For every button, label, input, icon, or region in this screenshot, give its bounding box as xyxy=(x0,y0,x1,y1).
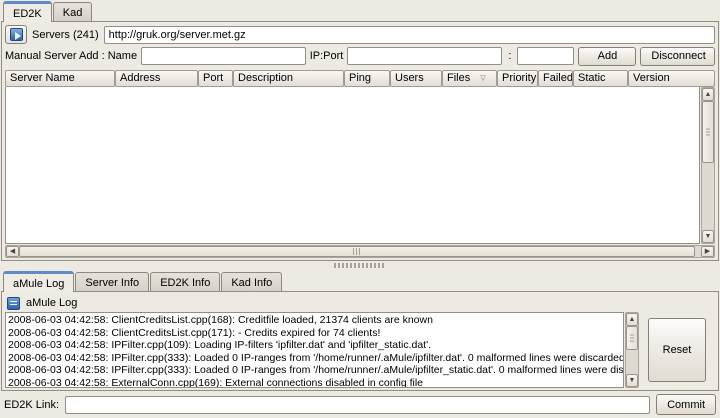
manual-add-label: Manual Server Add : Name xyxy=(5,50,137,62)
reset-log-button[interactable]: Reset xyxy=(648,318,706,382)
log-line: 2008-06-03 04:42:58: IPFilter.cpp(333): … xyxy=(8,364,621,377)
manual-server-add-row: Manual Server Add : Name IP:Port : Add D… xyxy=(5,46,715,67)
scroll-left-button[interactable]: ◀ xyxy=(6,246,19,257)
server-table-body-wrap: ▲ ▼ xyxy=(5,87,715,245)
column-header-description[interactable]: Description xyxy=(233,70,344,87)
server-list-url-input[interactable] xyxy=(104,26,715,44)
commit-button[interactable]: Commit xyxy=(656,394,716,415)
arrow-up-icon: ▲ xyxy=(705,91,712,98)
server-table-header: Server Name Address Port Description Pin… xyxy=(5,70,715,87)
column-header-version[interactable]: Version xyxy=(628,70,715,87)
column-header-port[interactable]: Port xyxy=(198,70,233,87)
scrollbar-track[interactable] xyxy=(702,163,714,231)
info-tab-bar: aMule Log Server Info ED2K Info Kad Info xyxy=(0,270,720,291)
tab-amule-log[interactable]: aMule Log xyxy=(3,271,74,292)
tab-kad[interactable]: Kad xyxy=(53,2,93,21)
vertical-scrollbar-thumb[interactable] xyxy=(702,101,714,163)
server-ip-input[interactable] xyxy=(347,47,502,65)
log-output[interactable]: 2008-06-03 04:42:58: ClientCreditsList.c… xyxy=(5,312,624,388)
ed2k-link-input[interactable] xyxy=(65,396,650,414)
server-list-vertical-scrollbar[interactable]: ▲ ▼ xyxy=(701,87,715,245)
server-list-row: Servers (241) xyxy=(5,24,715,46)
server-port-input[interactable] xyxy=(517,47,574,65)
servers-panel: Servers (241) Manual Server Add : Name I… xyxy=(1,21,719,262)
column-header-ping[interactable]: Ping xyxy=(344,70,390,87)
column-header-priority[interactable]: Priority xyxy=(497,70,538,87)
column-header-address[interactable]: Address xyxy=(115,70,198,87)
update-server-list-button[interactable] xyxy=(5,25,27,44)
tab-kad-label: Kad xyxy=(63,7,83,19)
connect-arrow-icon xyxy=(10,28,23,41)
log-scroll-down-button[interactable]: ▼ xyxy=(626,374,638,387)
log-panel: aMule Log 2008-06-03 04:42:58: ClientCre… xyxy=(1,291,719,391)
column-header-users[interactable]: Users xyxy=(390,70,442,87)
scroll-right-button[interactable]: ▶ xyxy=(701,246,714,257)
log-line: 2008-06-03 04:42:58: ClientCreditsList.c… xyxy=(8,327,621,340)
tab-server-info[interactable]: Server Info xyxy=(75,272,149,291)
log-line: 2008-06-03 04:42:58: ClientCreditsList.c… xyxy=(8,314,621,327)
arrow-down-icon: ▼ xyxy=(705,233,712,240)
column-header-failed[interactable]: Failed xyxy=(538,70,573,87)
arrow-up-icon: ▲ xyxy=(629,316,636,323)
log-title-row: aMule Log xyxy=(5,294,715,312)
scroll-down-button[interactable]: ▼ xyxy=(702,230,714,243)
log-scrollbar-track[interactable] xyxy=(626,350,638,374)
tab-ed2k[interactable]: ED2K xyxy=(3,1,52,22)
splitter-grip-icon xyxy=(334,263,386,268)
main-tab-bar: ED2K Kad xyxy=(0,0,720,21)
disconnect-button[interactable]: Disconnect xyxy=(640,47,715,66)
server-list-horizontal-scrollbar[interactable]: ◀ ▶ xyxy=(5,245,715,258)
thumb-grip xyxy=(353,248,362,255)
server-name-input[interactable] xyxy=(141,47,306,65)
log-icon xyxy=(7,297,20,310)
ip-port-label: IP:Port xyxy=(310,50,344,62)
scroll-up-button[interactable]: ▲ xyxy=(702,88,714,101)
tab-kad-info[interactable]: Kad Info xyxy=(221,272,282,291)
log-line: 2008-06-03 04:42:58: IPFilter.cpp(333): … xyxy=(8,352,621,365)
tab-ed2k-info[interactable]: ED2K Info xyxy=(150,272,220,291)
log-panel-title: aMule Log xyxy=(26,297,77,309)
servers-count-label: Servers (241) xyxy=(32,29,99,41)
panel-splitter[interactable] xyxy=(0,261,720,270)
log-line: 2008-06-03 04:42:58: ExternalConn.cpp(16… xyxy=(8,377,621,389)
server-list-viewport[interactable] xyxy=(5,87,700,245)
arrow-down-icon: ▼ xyxy=(629,377,636,384)
column-header-files[interactable]: Files ▽ xyxy=(442,70,497,87)
arrow-right-icon: ▶ xyxy=(705,248,710,255)
add-server-button[interactable]: Add xyxy=(578,47,636,66)
ed2k-link-bar: ED2K Link: Commit xyxy=(0,391,720,418)
arrow-left-icon: ◀ xyxy=(10,248,15,255)
ip-port-separator: : xyxy=(508,50,511,62)
tab-ed2k-label: ED2K xyxy=(13,8,42,20)
log-scrollbar-thumb[interactable] xyxy=(626,326,638,350)
log-line: 2008-06-03 04:42:58: IPFilter.cpp(109): … xyxy=(8,339,621,352)
reset-area: Reset xyxy=(639,312,715,388)
horizontal-scrollbar-thumb[interactable] xyxy=(19,246,695,257)
log-content: 2008-06-03 04:42:58: ClientCreditsList.c… xyxy=(5,312,715,388)
ed2k-link-label: ED2K Link: xyxy=(4,399,59,411)
column-header-server-name[interactable]: Server Name xyxy=(5,70,115,87)
log-vertical-scrollbar[interactable]: ▲ ▼ xyxy=(625,312,639,388)
log-scroll-up-button[interactable]: ▲ xyxy=(626,313,638,326)
sort-descending-icon: ▽ xyxy=(480,75,485,82)
column-header-static[interactable]: Static xyxy=(573,70,628,87)
